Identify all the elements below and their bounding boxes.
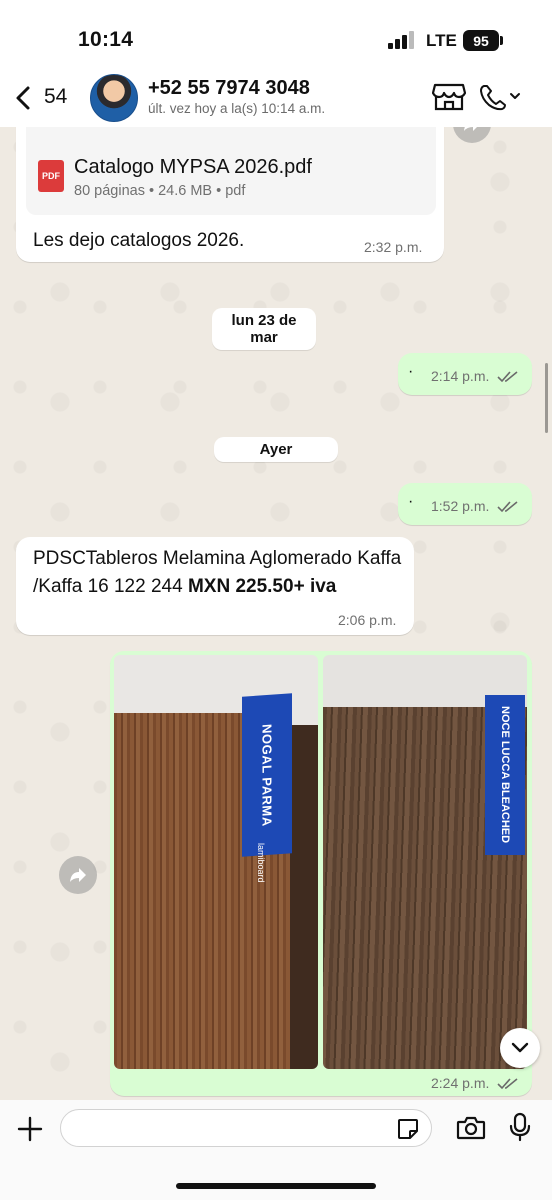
avatar[interactable] xyxy=(90,74,138,122)
scroll-to-bottom-button[interactable] xyxy=(500,1028,540,1068)
message-time: 2:24 p.m. xyxy=(431,1075,519,1091)
product-tag-label: NOCE LUCCA BLEACHED xyxy=(499,706,511,844)
pdf-icon: PDF xyxy=(38,160,64,192)
message-time: 1:52 p.m. xyxy=(431,498,519,514)
message-text: Les dejo catalogos 2026. xyxy=(33,230,245,251)
home-indicator[interactable] xyxy=(176,1183,376,1189)
microphone-icon[interactable] xyxy=(509,1112,531,1142)
phone-icon[interactable] xyxy=(478,83,522,111)
photo-nogal-parma[interactable]: NOGAL PARMA lamiboard xyxy=(114,655,318,1069)
read-receipt-icon xyxy=(497,501,518,513)
message-text-price: MXN 225.50+ iva xyxy=(187,576,337,597)
contact-last-seen: últ. vez hoy a la(s) 10:14 a.m. xyxy=(148,101,326,116)
photo-noce-lucca[interactable]: NOCE LUCCA BLEACHED xyxy=(323,655,527,1069)
message-text: · xyxy=(408,363,414,380)
forward-button[interactable] xyxy=(453,127,491,143)
signal-icon xyxy=(388,31,414,49)
chevron-down-icon xyxy=(511,1042,529,1053)
wood-panel-edge xyxy=(290,725,318,1069)
forward-icon xyxy=(70,868,86,882)
plus-icon[interactable] xyxy=(17,1116,43,1142)
message-text: · xyxy=(408,493,414,510)
product-tag: NOGAL PARMA xyxy=(242,693,292,857)
message-input[interactable] xyxy=(60,1109,432,1147)
message-text: PDSCTableros Melamina Aglomerado Kaffa /… xyxy=(33,545,405,601)
battery-icon: 95 xyxy=(463,30,499,51)
chevron-left-icon[interactable] xyxy=(12,84,36,112)
date-separator: Ayer xyxy=(214,437,338,462)
chat-area[interactable]: PDF Catalogo MYPSA 2026.pdf 80 páginas •… xyxy=(0,127,552,1100)
status-time: 10:14 xyxy=(78,28,134,51)
chevron-down-icon xyxy=(510,93,520,99)
scrollbar[interactable] xyxy=(545,363,548,433)
contact-name[interactable]: +52 55 7974 3048 xyxy=(148,77,310,100)
forward-icon xyxy=(464,127,477,131)
message-time: 2:32 p.m. xyxy=(364,239,423,255)
battery-nub xyxy=(500,36,503,45)
product-tag: NOCE LUCCA BLEACHED xyxy=(485,695,525,855)
sticker-icon[interactable] xyxy=(396,1117,420,1141)
store-icon[interactable] xyxy=(432,83,466,111)
product-tag-label: NOGAL PARMA xyxy=(259,723,275,827)
date-separator: lun 23 de mar xyxy=(212,308,316,350)
read-receipt-icon xyxy=(497,371,518,383)
network-label: LTE xyxy=(426,31,457,50)
message-time: 2:14 p.m. xyxy=(431,368,519,384)
camera-icon[interactable] xyxy=(456,1115,486,1141)
back-unread-count[interactable]: 54 xyxy=(44,85,67,109)
document-file-name: Catalogo MYPSA 2026.pdf xyxy=(74,156,312,178)
brand-logo: lamiboard xyxy=(256,843,266,883)
document-file-meta: 80 páginas • 24.6 MB • pdf xyxy=(74,183,246,199)
message-time: 2:06 p.m. xyxy=(338,612,397,628)
forward-button[interactable] xyxy=(59,856,97,894)
read-receipt-icon xyxy=(497,1078,518,1090)
